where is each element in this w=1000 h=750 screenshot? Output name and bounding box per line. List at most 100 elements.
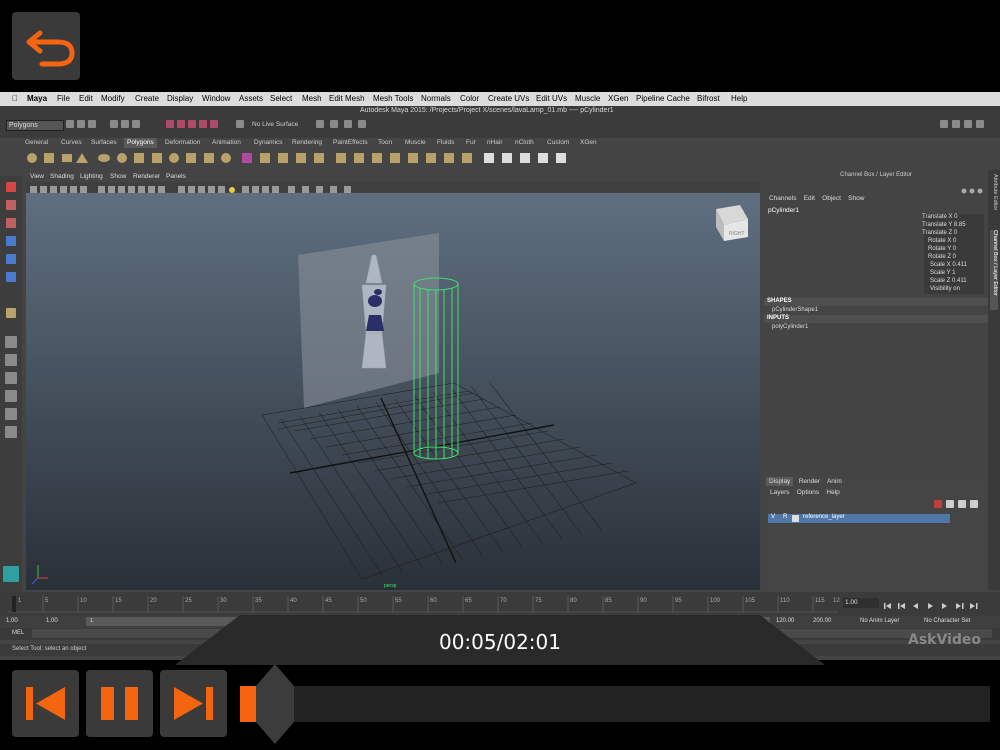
layer-tab-display[interactable]: Display — [766, 477, 794, 486]
select-component-icon[interactable] — [132, 120, 140, 128]
shelf-tab-surfaces[interactable]: Surfaces — [88, 138, 120, 148]
shelf-tab-muscle[interactable]: Muscle — [402, 138, 429, 148]
new-layer-icon[interactable] — [934, 500, 942, 508]
menu-pipeline-cache[interactable]: Pipeline Cache — [636, 94, 690, 103]
time-slider[interactable]: 15 10 15 20 25 30 35 40 45 50 55 60 65 70 75 80… — [0, 592, 1000, 616]
side-tab-attribute-editor[interactable]: Attribute Editor — [990, 174, 998, 224]
layer-menu-options[interactable]: Options — [797, 489, 819, 496]
shelf-tab-deformation[interactable]: Deformation — [162, 138, 203, 148]
cb-menu-object[interactable]: Object — [822, 195, 841, 202]
lasso-tool-icon[interactable] — [6, 200, 16, 210]
view-menu-lighting[interactable]: Lighting — [80, 173, 103, 180]
shelf-tab-curves[interactable]: Curves — [58, 138, 85, 148]
menu-create[interactable]: Create — [135, 94, 159, 103]
character-set-dropdown[interactable]: No Character Set — [924, 618, 970, 624]
view-menu-panels[interactable]: Panels — [166, 173, 186, 180]
viewport-persp[interactable]: RIGHT persp — [26, 193, 760, 590]
layout-hypershade-icon[interactable] — [5, 408, 17, 420]
menu-normals[interactable]: Normals — [421, 94, 451, 103]
progress-track[interactable] — [240, 686, 990, 722]
layer-display-type-toggle[interactable]: R — [783, 514, 787, 520]
cb-menu-show[interactable]: Show — [848, 195, 864, 202]
hypershade-icon[interactable] — [358, 120, 366, 128]
attribute-editor-icon[interactable] — [952, 120, 960, 128]
back-button[interactable] — [12, 12, 80, 80]
cb-menu-channels[interactable]: Channels — [769, 195, 796, 202]
menu-color[interactable]: Color — [460, 94, 479, 103]
layer-color-swatch[interactable] — [792, 515, 799, 522]
next-button[interactable] — [160, 670, 227, 737]
end-time-field[interactable]: 200.00 — [813, 618, 831, 624]
menu-mesh[interactable]: Mesh — [302, 94, 322, 103]
layer-menu-help[interactable]: Help — [826, 489, 839, 496]
menu-file[interactable]: File — [57, 94, 70, 103]
menu-bifrost[interactable]: Bifrost — [697, 94, 720, 103]
snap-curve-icon[interactable] — [177, 120, 185, 128]
cb-menu-edit[interactable]: Edit — [804, 195, 815, 202]
shelf-tab-ncloth[interactable]: nCloth — [512, 138, 537, 148]
range-start-field[interactable]: 1.00 — [46, 618, 58, 624]
menu-assets[interactable]: Assets — [239, 94, 263, 103]
start-time-field[interactable]: 1.00 — [6, 618, 18, 624]
layer-move-down-icon[interactable] — [970, 500, 978, 508]
scale-tool-icon[interactable] — [6, 272, 16, 282]
menu-maya[interactable]: Maya — [27, 94, 47, 103]
view-menu-renderer[interactable]: Renderer — [133, 173, 160, 180]
channel-box-icon[interactable] — [976, 120, 984, 128]
layer-tab-render[interactable]: Render — [799, 478, 820, 485]
apple-icon[interactable]:  — [12, 94, 18, 103]
menu-select[interactable]: Select — [270, 94, 292, 103]
layout-single-icon[interactable] — [5, 336, 17, 348]
menu-edit[interactable]: Edit — [79, 94, 93, 103]
anim-layer-dropdown[interactable]: No Anim Layer — [860, 618, 899, 624]
shelf-tab-toon[interactable]: Toon — [375, 138, 395, 148]
paint-select-icon[interactable] — [6, 218, 16, 228]
save-scene-icon[interactable] — [88, 120, 96, 128]
rotate-tool-icon[interactable] — [6, 254, 16, 264]
menu-modify[interactable]: Modify — [101, 94, 125, 103]
mel-label[interactable]: MEL — [12, 630, 24, 636]
menu-mesh-tools[interactable]: Mesh Tools — [373, 94, 413, 103]
shelf-tab-painteffects[interactable]: PaintEffects — [330, 138, 371, 148]
layer-tab-anim[interactable]: Anim — [827, 478, 842, 485]
select-hierarchy-icon[interactable] — [110, 120, 118, 128]
select-tool-icon[interactable] — [6, 182, 16, 192]
view-menu-view[interactable]: View — [30, 173, 44, 180]
snap-view-icon[interactable] — [199, 120, 207, 128]
ipr-render-icon[interactable] — [330, 120, 338, 128]
shelf-tab-fur[interactable]: Fur — [463, 138, 479, 148]
layer-visibility-toggle[interactable]: V — [771, 514, 775, 520]
layout-four-icon[interactable] — [5, 354, 17, 366]
render-frame-icon[interactable] — [316, 120, 324, 128]
pause-button[interactable] — [86, 670, 153, 737]
live-surface-icon[interactable] — [236, 120, 244, 128]
menu-create-uvs[interactable]: Create UVs — [488, 94, 529, 103]
progress-scrubber[interactable] — [256, 664, 294, 744]
layer-row-reference[interactable]: V R reference_layer — [768, 514, 950, 523]
object-name[interactable]: pCylinder1 — [768, 207, 799, 214]
view-menu-show[interactable]: Show — [110, 173, 126, 180]
range-end-field[interactable]: 120.00 — [776, 618, 794, 624]
new-scene-icon[interactable] — [66, 120, 74, 128]
move-tool-icon[interactable] — [6, 236, 16, 246]
previous-button[interactable] — [12, 670, 79, 737]
snap-grid-icon[interactable] — [166, 120, 174, 128]
shelf-tab-xgen[interactable]: XGen — [577, 138, 600, 148]
view-menu-shading[interactable]: Shading — [50, 173, 74, 180]
menu-display[interactable]: Display — [167, 94, 193, 103]
layer-move-up-icon[interactable] — [958, 500, 966, 508]
menu-edit-uvs[interactable]: Edit UVs — [536, 94, 567, 103]
menu-muscle[interactable]: Muscle — [575, 94, 600, 103]
shelf-tab-animation[interactable]: Animation — [209, 138, 244, 148]
menu-edit-mesh[interactable]: Edit Mesh — [329, 94, 365, 103]
menu-help[interactable]: Help — [731, 94, 747, 103]
layout-custom-icon[interactable] — [5, 426, 17, 438]
shelf-tab-fluids[interactable]: Fluids — [434, 138, 457, 148]
shape-node[interactable]: pCylinderShape1 — [772, 307, 818, 313]
polygon-shelf-icons[interactable] — [24, 150, 584, 166]
view-cube[interactable]: RIGHT — [716, 205, 748, 241]
shelf-tab-custom[interactable]: Custom — [544, 138, 572, 148]
tool-settings-icon[interactable] — [964, 120, 972, 128]
modeling-toolkit-icon[interactable] — [940, 120, 948, 128]
layout-persp-graph-icon[interactable] — [5, 390, 17, 402]
